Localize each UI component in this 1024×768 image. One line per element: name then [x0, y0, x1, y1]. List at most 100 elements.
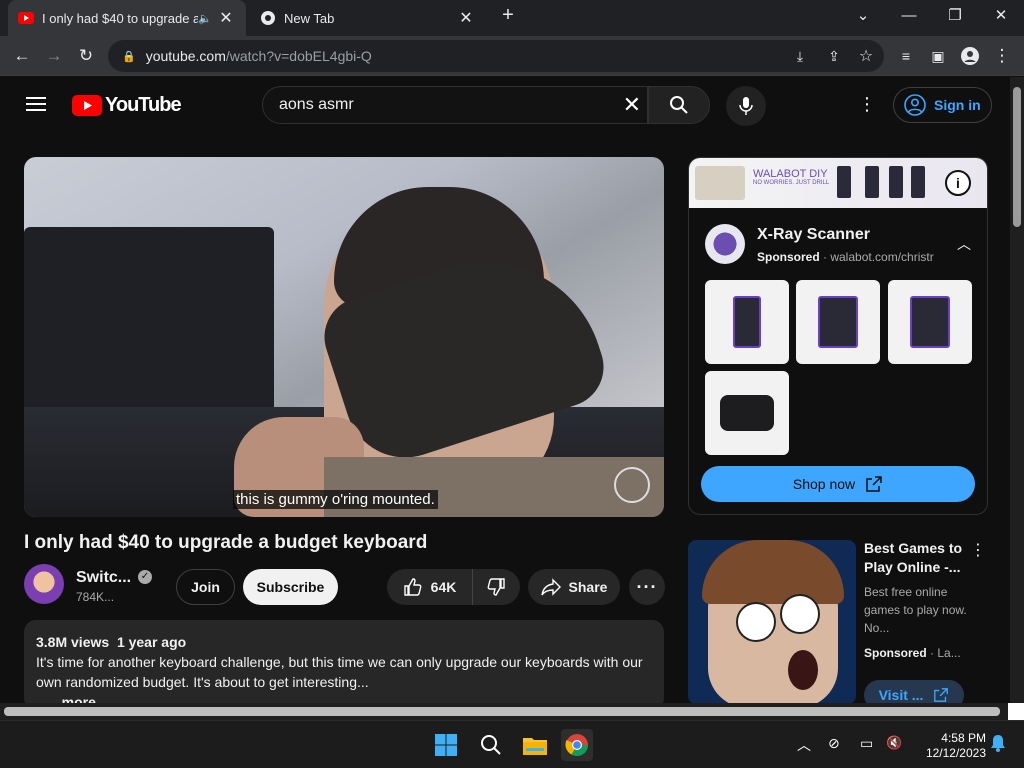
ad-banner-image [695, 166, 745, 200]
subscribe-button[interactable]: Subscribe [243, 569, 338, 605]
network-offline-icon[interactable]: ⊘ [828, 735, 840, 752]
close-tab-icon[interactable]: ✕ [456, 8, 476, 28]
ad-product-thumbnail[interactable] [705, 280, 789, 364]
sign-in-button[interactable]: Sign in [893, 87, 992, 123]
ad-product-image [865, 166, 879, 198]
youtube-logo[interactable]: YouTube [72, 94, 182, 117]
url-path: /watch?v=dobEL4gbi-Q [225, 48, 372, 64]
ad2-sponsored-label: Sponsored [864, 646, 927, 660]
ad-product-thumbnail[interactable] [705, 371, 789, 455]
volume-muted-icon[interactable]: 🔇 [886, 735, 902, 751]
tab-search-icon[interactable]: ⌄ [840, 0, 886, 30]
search-button[interactable] [648, 86, 710, 124]
clear-search-icon[interactable]: ✕ [623, 92, 641, 118]
advertiser-logo[interactable] [705, 224, 745, 264]
ad-product-image [911, 166, 925, 198]
address-bar[interactable]: 🔒 youtube.com/watch?v=dobEL4gbi-Q [108, 40, 884, 72]
scrollbar-corner [1008, 703, 1024, 720]
close-window-button[interactable]: ✕ [978, 0, 1024, 30]
horizontal-scrollbar[interactable] [0, 703, 1010, 720]
search-input[interactable]: aons asmr ✕ [262, 86, 648, 124]
taskbar-search-button[interactable] [475, 729, 507, 761]
profile-icon[interactable] [956, 42, 984, 70]
voice-search-button[interactable] [726, 86, 766, 126]
device-image [733, 296, 761, 348]
chrome-taskbar-button[interactable] [561, 729, 593, 761]
channel-watermark-icon[interactable] [614, 467, 650, 503]
hamburger-menu-icon[interactable] [26, 96, 46, 117]
video-frame-background [24, 227, 274, 437]
ad2-sponsored-line: Sponsored · La... [864, 646, 961, 660]
search-query: aons asmr [279, 96, 354, 113]
dislike-button[interactable] [473, 569, 519, 605]
close-tab-icon[interactable]: ✕ [216, 8, 236, 28]
ad2-menu-icon[interactable]: ⋮ [970, 540, 986, 560]
back-button[interactable]: ← [8, 42, 36, 70]
reload-button[interactable]: ↻ [72, 42, 100, 70]
ad-product-thumbnail[interactable] [888, 280, 972, 364]
vertical-scrollbar[interactable] [1010, 77, 1024, 703]
video-description[interactable]: 3.8M views 1 year ago It's time for anot… [24, 620, 664, 710]
description-text: It's time for another keyboard challenge… [36, 654, 643, 690]
clock-date: 12/12/2023 [925, 746, 986, 760]
channel-name[interactable]: Switc... [76, 569, 131, 587]
audio-playing-icon[interactable]: 🔈 [198, 12, 212, 25]
account-icon [904, 94, 926, 116]
settings-menu-icon[interactable]: ⋮ [858, 94, 876, 115]
side-panel-icon[interactable]: ▣ [924, 42, 952, 70]
new-tab-button[interactable]: + [488, 0, 528, 30]
url-host: youtube.com [145, 48, 226, 64]
share-page-icon[interactable]: ⇪ [820, 42, 848, 70]
display-icon[interactable]: ▭ [860, 735, 873, 752]
verified-badge-icon: ✓ [138, 570, 152, 584]
like-count: 64K [430, 579, 457, 595]
sidebar-ad: WALABOT DIY NO WORRIES. JUST DRILL i X-R… [688, 157, 988, 515]
ad2-title[interactable]: Best Games to Play Online -... [864, 539, 974, 577]
youtube-favicon-icon [18, 12, 34, 24]
ad-product-thumbnail[interactable] [796, 280, 880, 364]
share-button[interactable]: Share [528, 569, 620, 605]
chevron-up-icon[interactable]: ︿ [957, 234, 971, 254]
tab-new-tab[interactable]: New Tab ✕ [250, 0, 486, 36]
system-clock[interactable]: 4:58 PM 12/12/2023 [912, 731, 986, 761]
minimize-button[interactable]: — [886, 0, 932, 30]
tab-youtube[interactable]: I only had $40 to upgrade a budget keybo… [8, 0, 246, 36]
notification-bell-icon[interactable] [990, 734, 1006, 757]
forward-button[interactable]: → [40, 42, 68, 70]
file-explorer-button[interactable] [519, 729, 551, 761]
chrome-menu-icon[interactable]: ⋮ [988, 42, 1016, 70]
install-app-icon[interactable]: ⤓ [786, 42, 814, 70]
tab-title: I only had $40 to upgrade a budget keybo… [42, 10, 199, 26]
video-title: I only had $40 to upgrade a budget keybo… [24, 532, 428, 553]
ad-info-icon[interactable]: i [945, 170, 971, 196]
ad-title[interactable]: X-Ray Scanner [757, 226, 870, 244]
visit-label: Visit ... [878, 687, 924, 703]
start-button[interactable] [430, 729, 462, 761]
clock-time: 4:58 PM [941, 731, 986, 745]
ad-banner[interactable]: WALABOT DIY NO WORRIES. JUST DRILL i [689, 158, 987, 208]
scrollbar-thumb[interactable] [4, 707, 1000, 716]
view-stats: 3.8M views 1 year ago [36, 632, 652, 652]
thumbs-down-icon [487, 578, 505, 596]
media-control-icon[interactable]: ≡ [892, 42, 920, 70]
channel-avatar[interactable] [24, 564, 64, 604]
microphone-icon [739, 97, 753, 115]
chrome-favicon-icon [261, 11, 275, 25]
more-actions-button[interactable]: ··· [629, 569, 665, 605]
join-button[interactable]: Join [176, 569, 235, 605]
bookmark-star-icon[interactable]: ☆ [852, 42, 880, 70]
ad-video-thumbnail[interactable] [688, 540, 856, 704]
cartoon-eye [736, 602, 776, 642]
shop-now-button[interactable]: Shop now [701, 466, 975, 502]
lock-icon: 🔒 [122, 50, 136, 63]
like-button[interactable]: 64K [387, 569, 473, 605]
search-icon [481, 735, 501, 755]
tray-overflow-icon[interactable]: ︿ [797, 735, 811, 755]
case-image [720, 395, 774, 431]
video-caption: this is gummy o'ring mounted. [233, 490, 438, 509]
scrollbar-thumb[interactable] [1013, 87, 1021, 227]
video-player[interactable]: this is gummy o'ring mounted. [24, 157, 664, 517]
restore-button[interactable]: ❐ [932, 0, 978, 30]
external-link-icon [866, 476, 882, 492]
cartoon-mouth [788, 650, 818, 690]
